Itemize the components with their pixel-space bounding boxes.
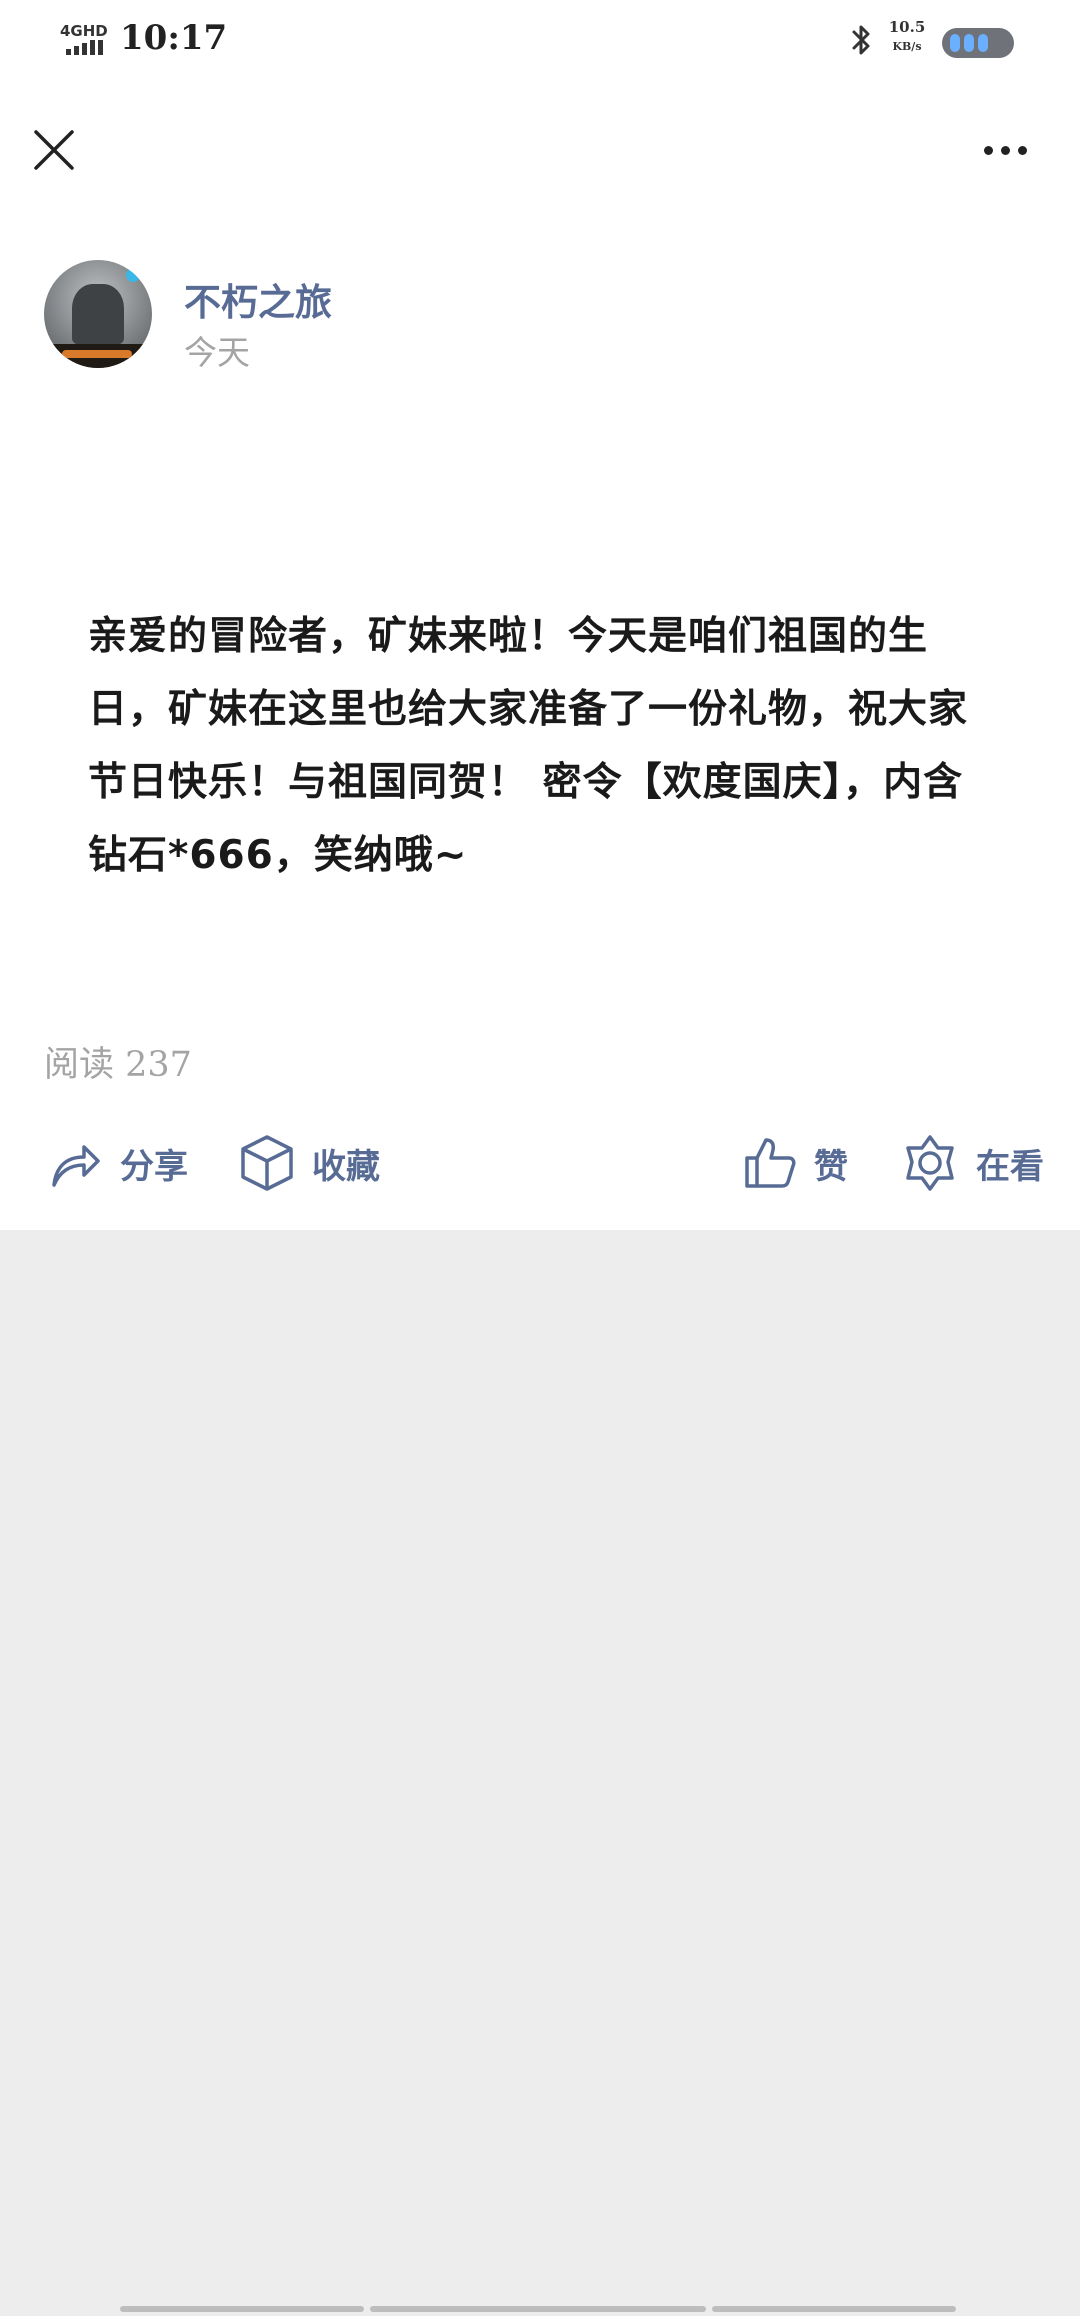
network-indicator: 4GHD [60, 22, 112, 58]
comments-area [0, 1230, 1080, 2316]
wow-star-icon [906, 1135, 954, 1191]
more-options-button[interactable] [970, 128, 1040, 172]
read-count: 阅读 237 [44, 1045, 192, 1085]
close-icon [34, 130, 74, 170]
share-label: 分享 [120, 1146, 188, 1187]
close-button[interactable] [28, 118, 80, 182]
bottom-indicator [120, 2306, 960, 2312]
avatar[interactable] [44, 260, 152, 368]
more-dots-icon [983, 145, 993, 155]
network-speed: 10.5 KB/s [884, 18, 930, 53]
cube-icon [241, 1135, 293, 1191]
speed-value: 10.5 [888, 18, 926, 36]
battery-icon [942, 28, 1014, 58]
status-time: 10:17 [120, 18, 228, 58]
like-button[interactable]: 赞 [744, 1128, 848, 1198]
author-name[interactable]: 不朽之旅 [184, 272, 332, 326]
signal-icon [66, 40, 103, 55]
bluetooth-icon [848, 22, 876, 58]
favorite-button[interactable]: 收藏 [240, 1128, 380, 1198]
article-page: 4GHD 10:17 10.5 KB/s 不朽之旅 今天 亲爱的冒险者，矿妹来啦… [0, 0, 1080, 2316]
thumbs-up-icon [745, 1138, 796, 1188]
looking-button[interactable]: 在看 [902, 1128, 1044, 1198]
share-button[interactable]: 分享 [50, 1128, 188, 1198]
post-date: 今天 [184, 333, 250, 372]
favorite-label: 收藏 [312, 1146, 380, 1187]
share-icon [52, 1145, 100, 1187]
article-body: 亲爱的冒险者，矿妹来啦！今天是咱们祖国的生日，矿妹在这里也给大家准备了一份礼物，… [88, 614, 969, 878]
speed-unit: KB/s [892, 40, 922, 53]
network-label: 4GHD [60, 22, 108, 40]
like-label: 赞 [814, 1146, 848, 1187]
looking-label: 在看 [976, 1146, 1044, 1187]
status-bar: 4GHD 10:17 10.5 KB/s [0, 0, 1080, 80]
